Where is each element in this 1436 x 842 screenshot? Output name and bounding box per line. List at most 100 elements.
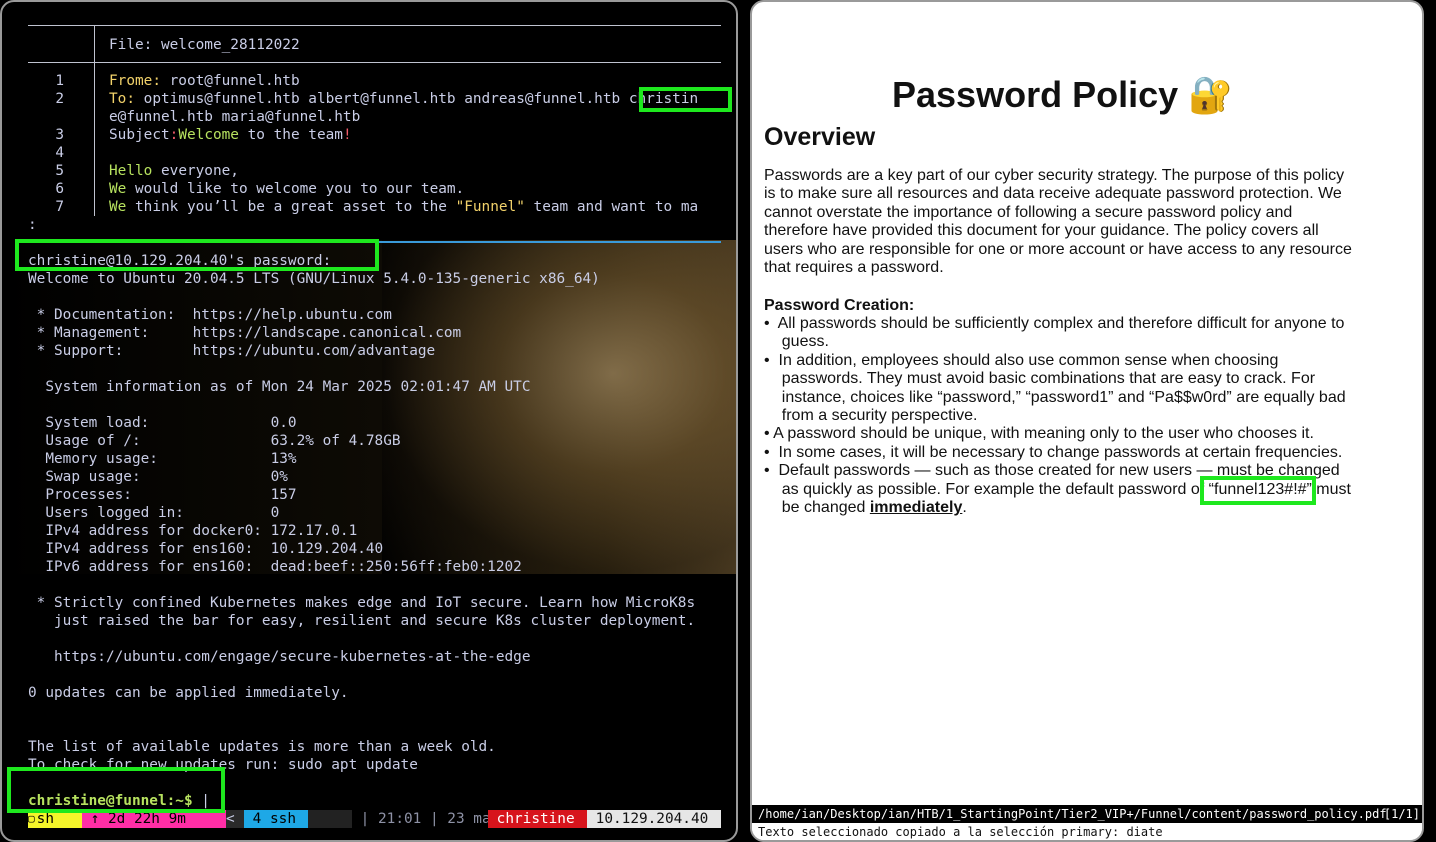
bullet-text: as quickly as possible. For example the … — [764, 480, 1209, 498]
pdf-bullet-line: passwords. They must avoid basic combina… — [764, 370, 1315, 388]
motd-line: Usage of /: 63.2% of 4.78GB — [28, 433, 401, 449]
line-number: 7 — [55, 199, 64, 215]
bullet-text: • In addition, employees should also use… — [764, 351, 1279, 369]
bullet-text: passwords. They must avoid basic combina… — [764, 370, 1316, 388]
pdf-status-bar: /home/ian/Desktop/ian/HTB/1_StartingPoin… — [752, 805, 1422, 823]
pdf-bullet-line: • In some cases, it will be necessary to… — [764, 444, 1342, 462]
line-number: 4 — [55, 145, 64, 161]
bullet-text: instance, choices like “password,” “pass… — [764, 388, 1346, 406]
motd-line: Memory usage: 13% — [28, 451, 297, 467]
tmux-ip: 10.129.204.40 — [587, 810, 721, 828]
tmux-arrow: < — [226, 810, 244, 828]
bullet-text: guess. — [764, 333, 829, 351]
line-number: 1 — [55, 73, 64, 89]
body-keyword: Hello — [109, 163, 153, 179]
email-body-line: We would like to welcome you to our team… — [109, 180, 464, 198]
bullet-text: • In some cases, it will be necessary to… — [764, 443, 1343, 461]
tmux-user: christine — [488, 810, 587, 828]
body-keyword: We — [109, 181, 127, 197]
last-line-period: . — [962, 499, 967, 516]
highlight-shell-prompt-box — [7, 767, 225, 813]
motd-line: System load: 0.0 — [28, 415, 297, 431]
body-text: think you’ll be a great asset to the — [126, 199, 456, 215]
pdf-bullet-line: • In addition, employees should also use… — [764, 352, 1278, 370]
tmux-window-ssh[interactable]: 4 ssh — [244, 810, 308, 828]
pdf-overview-line: Passwords are a key part of our cyber se… — [764, 167, 1345, 184]
subject-key: Subject — [109, 127, 170, 143]
line-number: 6 — [55, 181, 64, 197]
body-keyword: We — [109, 199, 127, 215]
subject-word: Welcome — [178, 127, 239, 143]
terminal-background-image-face — [382, 240, 736, 574]
motd-line: IPv4 address for docker0: 172.17.0.1 — [28, 523, 358, 539]
pdf-overview-line: cannot overstate the importance of follo… — [764, 203, 1293, 221]
bullet-text: • All passwords should be sufficiently c… — [764, 315, 1345, 332]
motd-line: System information as of Mon 24 Mar 2025… — [28, 379, 531, 395]
pdf-overview-line: users who are responsible for one or mor… — [764, 240, 1352, 258]
highlight-password-prompt-box — [15, 239, 379, 271]
email-from-line: Frome: root@funnel.htb — [109, 72, 300, 90]
motd-line: * Management: https://landscape.canonica… — [28, 325, 462, 341]
bullet-text: from a security perspective. — [764, 407, 978, 424]
pdf-bullet-line: • A password should be unique, with mean… — [764, 425, 1314, 443]
viewer-file-label: File: welcome_28112022 — [109, 37, 300, 53]
line-number: 5 — [55, 163, 64, 179]
motd-line: https://ubuntu.com/engage/secure-kuberne… — [28, 649, 531, 665]
pdf-viewer-window[interactable]: Password Policy 🔐 Overview Passwords are… — [750, 0, 1424, 842]
bullet-text: • A password should be unique, with mean… — [764, 425, 1314, 443]
email-subject-line: Subject:Welcome to the team! — [109, 126, 352, 144]
highlight-recipient-box — [639, 87, 732, 112]
pdf-creation-heading: Password Creation: — [764, 297, 915, 314]
to-value: optimus@funnel.htb albert@funnel.htb and… — [135, 91, 629, 107]
pdf-bullet-line: from a security perspective. — [764, 407, 978, 425]
email-to-continuation: e@funnel.htb maria@funnel.htb — [109, 109, 361, 125]
pdf-bullet-line: • All passwords should be sufficiently c… — [764, 315, 1344, 333]
viewer-header-rule — [28, 62, 721, 63]
motd-line: * Documentation: https://help.ubuntu.com — [28, 307, 392, 323]
motd-line: Users logged in: 0 — [28, 505, 280, 521]
motd-line: Processes: 157 — [28, 487, 297, 503]
motd-line: IPv6 address for ens160: dead:beef::250:… — [28, 559, 522, 575]
motd-line: just raised the bar for easy, resilient … — [28, 613, 696, 629]
subject-rest: to the team — [238, 127, 343, 143]
pdf-bullet-line: instance, choices like “password,” “pass… — [764, 389, 1346, 407]
from-key: Frome: — [109, 73, 161, 89]
pdf-overview-line: is to make sure all resources and data r… — [764, 185, 1342, 203]
motd-line: The list of available updates is more th… — [28, 739, 496, 755]
email-body-line: We think you’ll be a great asset to the … — [109, 198, 698, 216]
body-text: team and want to ma — [524, 199, 699, 215]
viewer-top-rule — [28, 25, 721, 26]
motd-line: Swap usage: 0% — [28, 469, 288, 485]
pdf-page-indicator: [1/1] — [1383, 807, 1420, 821]
pdf-bullet-line: guess. — [764, 333, 829, 351]
pdf-message-bar: Texto seleccionado copiado a la selecció… — [752, 823, 1422, 840]
motd-line: * Support: https://ubuntu.com/advantage — [28, 343, 436, 359]
body-quoted: "Funnel" — [455, 199, 525, 215]
last-line-text: be changed — [764, 499, 870, 516]
bullet-text: must — [1311, 480, 1351, 498]
viewer-header-divider — [94, 26, 95, 62]
motd-line: 0 updates can be applied immediately. — [28, 685, 349, 701]
motd-line: Welcome to Ubuntu 20.04.5 LTS (GNU/Linux… — [28, 271, 600, 287]
from-value: root@funnel.htb — [160, 73, 300, 89]
pdf-message: Texto seleccionado copiado a la selecció… — [758, 825, 1163, 839]
pdf-overview-heading: Overview — [764, 123, 876, 151]
email-body-line: Hello everyone, — [109, 162, 239, 180]
line-number: 3 — [55, 127, 64, 143]
highlight-default-password-box — [1200, 476, 1316, 505]
pdf-overview-line: that requires a password. — [764, 259, 944, 276]
pdf-last-line: be changed immediately. — [764, 499, 967, 517]
viewer-prompt: : — [28, 217, 37, 233]
tmux-spacer — [308, 810, 352, 828]
motd-line: IPv4 address for ens160: 10.129.204.40 — [28, 541, 384, 557]
line-number: 2 — [55, 91, 64, 107]
motd-line: * Strictly confined Kubernetes makes edg… — [28, 595, 696, 611]
emphasis-immediately: immediately — [869, 499, 963, 516]
email-to-line: To: optimus@funnel.htb albert@funnel.htb… — [109, 90, 698, 108]
pdf-file-path: /home/ian/Desktop/ian/HTB/1_StartingPoin… — [758, 807, 1387, 821]
pdf-title: Password Policy 🔐 — [892, 74, 1233, 115]
terminal-window[interactable]: File: welcome_28112022 1 2 3 4 5 6 7 Fro… — [0, 0, 738, 842]
body-text: would like to welcome you to our team. — [126, 181, 465, 197]
viewer-gutter-divider — [94, 63, 95, 216]
pdf-overview-line: therefore have provided this document fo… — [764, 222, 1319, 240]
